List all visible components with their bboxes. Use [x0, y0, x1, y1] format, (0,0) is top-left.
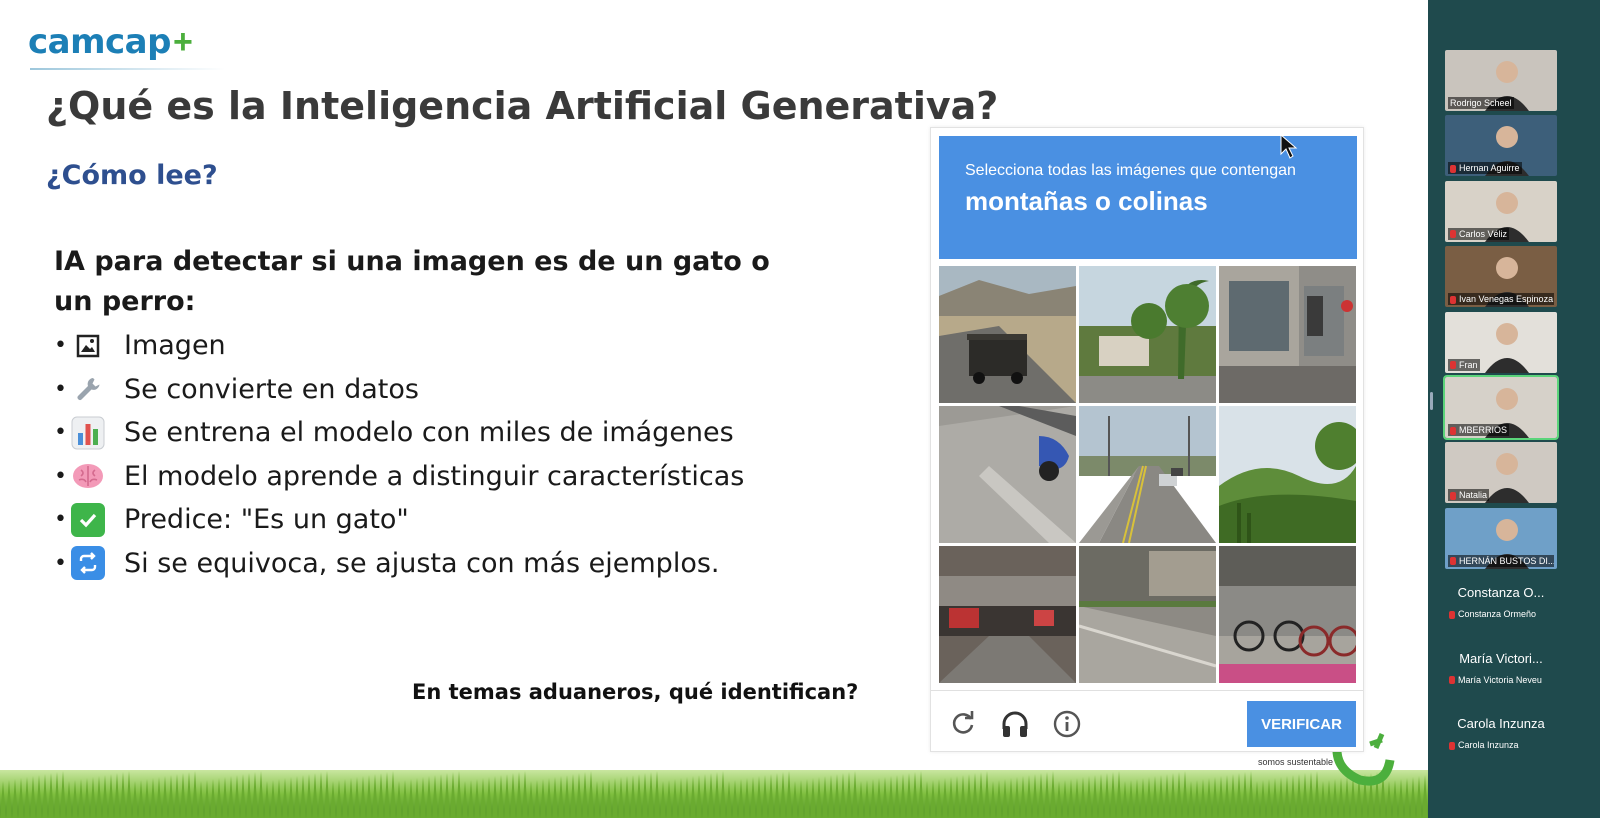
- participant-name: María Victoria Neveu: [1449, 675, 1542, 685]
- participant-name: Constanza Ormeño: [1449, 609, 1536, 619]
- wrench-icon: [68, 372, 108, 406]
- captcha-tile-street-traffic[interactable]: [1079, 406, 1216, 543]
- participant-video-tile[interactable]: Ivan Venegas Espinoza: [1445, 246, 1557, 308]
- captcha-tile-truck-road[interactable]: [939, 266, 1076, 403]
- bullet-item: • Si se equivoca, se ajusta con más ejem…: [54, 546, 720, 581]
- captcha-target: montañas o colinas: [965, 186, 1208, 216]
- participant-video-tile[interactable]: Fran: [1445, 311, 1557, 373]
- participant-name: Carola Inzunza: [1449, 740, 1519, 750]
- mic-muted-icon: [1449, 610, 1455, 619]
- captcha-tile-bicycles[interactable]: [1219, 546, 1356, 683]
- captcha-instruction: Selecciona todas las imágenes que conten…: [965, 162, 1296, 179]
- bullet-list: • Imagen • Se convierte en datos • Se en…: [54, 324, 854, 585]
- mic-muted-icon: [1450, 230, 1456, 239]
- mic-muted-icon: [1450, 165, 1456, 174]
- panel-collapse-handle[interactable]: [1430, 392, 1433, 410]
- slide-subtitle: ¿Cómo lee?: [46, 160, 218, 191]
- participant-text-tile[interactable]: María Victori... María Victoria Neveu: [1445, 638, 1557, 700]
- participant-name: Natalia: [1448, 489, 1490, 502]
- participant-video-tile[interactable]: Rodrigo Scheel: [1445, 50, 1557, 111]
- camcap-logo: camcap +: [28, 22, 193, 62]
- bullet-item: • Predice: "Es un gato": [54, 502, 409, 537]
- bar-chart-icon: [68, 416, 108, 450]
- captcha-tile-sidewalk[interactable]: [1079, 546, 1216, 683]
- participant-name: HERNÁN BUSTOS DI...: [1448, 554, 1554, 567]
- slide-content: IA para detectar si una imagen es de un …: [54, 242, 854, 585]
- logo-underline: [30, 68, 225, 70]
- mic-muted-icon: [1450, 557, 1456, 566]
- bullet-item: • Imagen: [54, 329, 226, 363]
- question-text: En temas aduaneros, qué identifican?: [412, 680, 859, 704]
- lead-text: IA para detectar si una imagen es de un …: [54, 246, 770, 317]
- bullet-item: • El modelo aprende a distinguir caracte…: [54, 459, 745, 493]
- captcha-tile-storefront[interactable]: [1219, 266, 1356, 403]
- check-icon: [68, 502, 108, 537]
- mic-muted-icon: [1450, 295, 1456, 304]
- participant-name: Rodrigo Scheel: [1448, 97, 1514, 109]
- info-icon[interactable]: [1051, 708, 1083, 740]
- mic-muted-icon: [1450, 426, 1456, 435]
- participant-display-name: Constanza O...: [1457, 585, 1545, 601]
- participant-name: MBERRIOS: [1448, 423, 1510, 436]
- verify-button[interactable]: VERIFICAR: [1247, 701, 1356, 747]
- participant-text-tile[interactable]: Carola Inzunza Carola Inzunza: [1445, 703, 1557, 765]
- plus-icon: +: [172, 23, 193, 61]
- participant-name: Hernan Aguirre: [1448, 162, 1522, 175]
- mic-muted-icon: [1450, 491, 1456, 500]
- mic-muted-icon: [1450, 361, 1456, 370]
- mic-muted-icon: [1449, 676, 1455, 685]
- participants-panel: Rodrigo Scheel Hernan Aguirre Carlos Véliz…: [1428, 0, 1600, 818]
- bullet-item: • Se convierte en datos: [54, 372, 419, 406]
- mouse-cursor-icon: [1280, 134, 1298, 159]
- participant-video-tile[interactable]: MBERRIOS: [1443, 374, 1559, 440]
- captcha-widget: Selecciona todas las imágenes que conten…: [930, 127, 1364, 752]
- participant-display-name: María Victori...: [1459, 650, 1543, 666]
- participant-video-tile[interactable]: Carlos Véliz: [1445, 180, 1557, 242]
- captcha-divider: [931, 690, 1363, 691]
- participant-video-list: Rodrigo Scheel Hernan Aguirre Carlos Véliz…: [1443, 50, 1559, 769]
- participant-name: Fran: [1448, 358, 1480, 371]
- captcha-tile-green-hills[interactable]: [1219, 406, 1356, 543]
- participant-video-tile[interactable]: HERNÁN BUSTOS DI...: [1445, 507, 1557, 569]
- grass-decoration: [0, 770, 1455, 818]
- slide-title: ¿Qué es la Inteligencia Artificial Gener…: [46, 84, 999, 128]
- participant-name: Ivan Venegas Espinoza: [1448, 293, 1554, 306]
- participant-display-name: Carola Inzunza: [1457, 715, 1545, 731]
- captcha-tile-palm-houses[interactable]: [1079, 266, 1216, 403]
- mic-muted-icon: [1449, 741, 1455, 750]
- badge-text: somos sustentable: [1258, 757, 1334, 767]
- captcha-tile-bike-lane[interactable]: [939, 406, 1076, 543]
- repeat-icon: [68, 546, 108, 581]
- picture-icon: [68, 329, 108, 363]
- participant-video-tile[interactable]: Hernan Aguirre: [1445, 115, 1557, 177]
- participant-text-tile[interactable]: Constanza O... Constanza Ormeño: [1445, 573, 1557, 635]
- participant-video-tile[interactable]: Natalia: [1445, 442, 1557, 504]
- headphones-icon[interactable]: [999, 708, 1031, 740]
- reload-icon[interactable]: [947, 708, 979, 740]
- bullet-item: • Se entrena el modelo con miles de imág…: [54, 416, 734, 450]
- captcha-grid: [939, 266, 1357, 684]
- brain-icon: [68, 459, 108, 493]
- participant-name: Carlos Véliz: [1448, 227, 1510, 240]
- captcha-tile-underpass[interactable]: [939, 546, 1076, 683]
